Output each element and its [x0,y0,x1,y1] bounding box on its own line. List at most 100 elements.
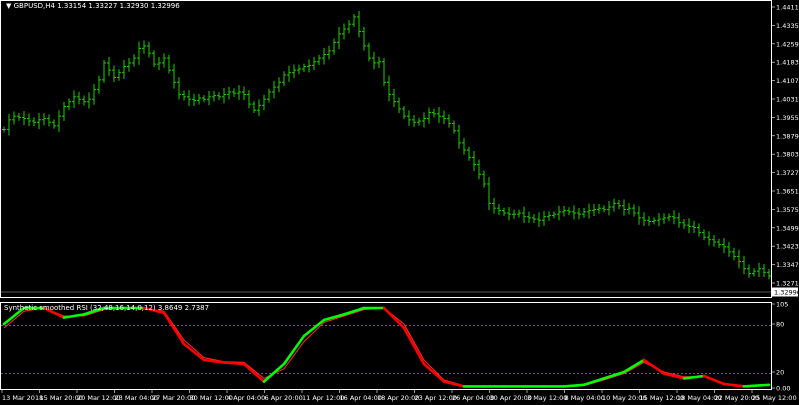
price-bar [352,14,356,28]
rsi-lines [2,306,771,388]
price-bar [542,211,546,226]
price-bar [192,93,196,106]
dropdown-triangle-icon[interactable]: ▼ [6,2,11,10]
chart-area[interactable]: 1.44110 1.43350 1.42590 1.41830 1.41070 1.403… [0,0,799,405]
price-bar [167,54,171,74]
price-bar [372,51,376,70]
rsi-segment [402,326,426,366]
price-bar [642,212,646,226]
price-bar [2,126,6,133]
price-bar [232,88,236,97]
rsi-signal-line [3,307,769,387]
indicator-title: Synthetic smoothed RSI (32,48,16,14,0,12… [4,304,210,312]
price-tick-label: 1.36510 [776,188,799,196]
price-bar [577,207,581,220]
price-bar [87,92,91,109]
price-bar [212,90,216,102]
price-bar [727,241,731,257]
level-tick-label: 80 [776,321,784,329]
price-bar [677,212,681,228]
price-bar [437,106,441,124]
rsi-segment [282,334,306,366]
price-bar [467,146,471,161]
price-bar [692,220,696,234]
price-axis: 1.44110 1.43350 1.42590 1.41830 1.41070 1.403… [771,4,799,288]
price-bar [647,216,651,226]
price-bar [482,170,486,188]
price-bar [52,119,56,129]
price-bar [597,203,601,214]
price-bar [607,201,611,216]
price-bar [752,268,756,277]
price-bar [742,255,746,275]
price-bar [47,114,51,127]
price-bar [102,60,106,83]
rsi-segment [722,382,746,388]
price-bar [227,86,231,100]
rsi-segment [222,361,246,366]
price-bar [37,112,41,130]
price-bar [32,117,36,127]
main-chart-title: ▼ GBPUSD,H4 1.33154 1.33227 1.32930 1.32… [6,2,180,11]
price-bar [637,206,641,225]
price-bar [117,69,121,81]
price-bar [612,198,616,212]
price-tick-label: 1.38030 [776,151,799,159]
price-bar [282,71,286,87]
price-bar [422,112,426,128]
price-bar [447,114,451,128]
price-bar [197,93,201,105]
current-price-label: 1.32996 [774,289,799,297]
time-tick-label: 11 Apr 12:00 [302,394,344,402]
time-tick-label: 18 Apr 20:00 [377,394,419,402]
price-bar [497,203,501,215]
price-bar [587,203,591,219]
price-bar [657,213,661,227]
price-bar [662,213,666,224]
price-bar [62,101,66,121]
price-tick-label: 1.38790 [776,132,799,140]
price-bar [722,238,726,254]
price-tick-label: 1.41070 [776,77,799,85]
price-bar [217,92,221,101]
rsi-segment [382,306,406,330]
price-bar [592,203,596,217]
price-bar [412,115,416,127]
price-bar [562,205,566,217]
price-bar [377,56,381,69]
price-bar [547,211,551,221]
price-bar [152,50,156,68]
price-bar [512,209,516,219]
price-bar [202,95,206,103]
time-axis: 13 Mar 201815 Mar 20:0020 Mar 12:0023 Ma… [1,389,797,402]
rsi-segment [242,362,266,383]
price-bar [712,235,716,247]
indicator-frame [0,302,772,390]
price-bar [732,247,736,261]
price-bar [627,203,631,215]
price-bar [147,41,151,58]
price-bar [682,218,686,229]
price-tick-label: 1.33470 [776,261,799,269]
price-bar [557,205,561,221]
level-tick-label: 20 [776,369,784,377]
price-bar [92,84,96,105]
price-bar [632,204,636,217]
price-bar [492,197,496,214]
price-bar [107,56,111,77]
price-bar [17,112,21,121]
price-bar [667,213,671,222]
price-bar [392,88,396,108]
time-tick-label: 3 May 12:00 [527,394,567,402]
price-bar [407,110,411,126]
price-bar [82,95,86,106]
rsi-segment [202,358,226,364]
price-bar [537,212,541,228]
main-chart-frame [0,0,772,298]
price-bar [287,65,291,82]
rsi-segment [182,342,206,362]
price-bar [427,107,431,124]
price-bar [397,97,401,114]
current-price-tag: 1.32996 [772,287,799,297]
price-bar [57,110,61,132]
